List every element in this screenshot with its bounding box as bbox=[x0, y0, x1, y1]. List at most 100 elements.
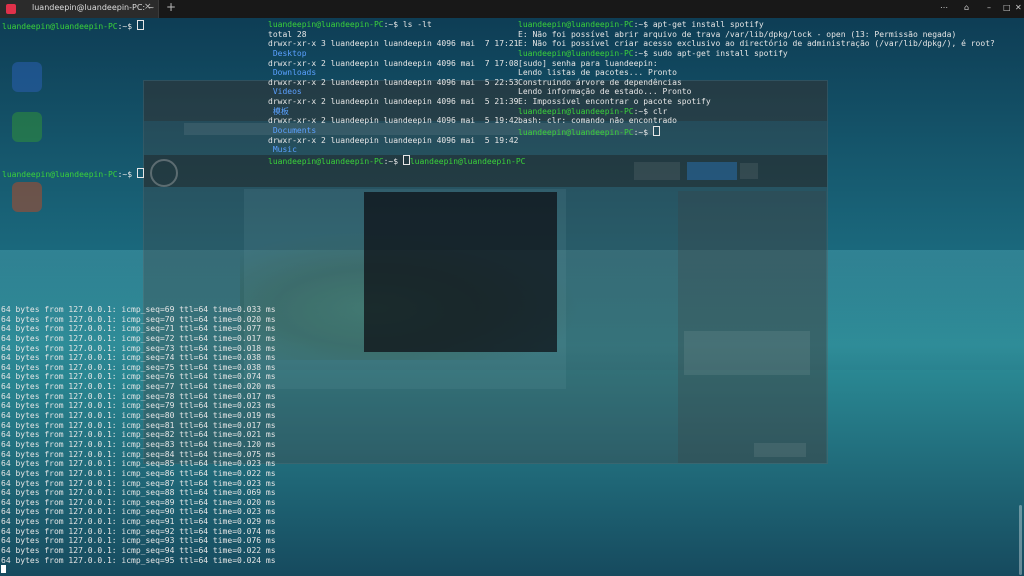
shell-prompt: luandeepin@luandeepin-PC bbox=[268, 156, 384, 166]
tab-close-icon[interactable]: × bbox=[144, 2, 152, 12]
ping-output-line: 64 bytes from 127.0.0.1: icmp_seq=81 ttl… bbox=[1, 420, 276, 430]
ping-output-line: 64 bytes from 127.0.0.1: icmp_seq=85 ttl… bbox=[1, 459, 276, 469]
wordpress-logo-icon bbox=[150, 159, 178, 187]
ping-output-line: 64 bytes from 127.0.0.1: icmp_seq=72 ttl… bbox=[1, 333, 276, 343]
ping-output-line: 64 bytes from 127.0.0.1: icmp_seq=75 ttl… bbox=[1, 362, 276, 372]
shell-prompt: luandeepin@luandeepin-PC bbox=[518, 128, 634, 138]
output-text: E: Não foi possível criar acesso exclusi… bbox=[518, 39, 995, 49]
prompt-suffix: :~$ bbox=[633, 106, 653, 116]
menu-icon[interactable]: ⋯ bbox=[940, 3, 948, 12]
directory-name: Music bbox=[268, 145, 297, 155]
output-text: drwxr-xr-x 2 luandeepin luandeepin 4096 … bbox=[268, 77, 519, 87]
terminal-app-icon bbox=[6, 4, 16, 14]
terminal-line: drwxr-xr-x 2 luandeepin luandeepin 4096 … bbox=[268, 59, 525, 69]
output-text: apt-get install spotify bbox=[652, 20, 764, 29]
terminal-line: drwxr-xr-x 3 luandeepin luandeepin 4096 … bbox=[268, 39, 525, 49]
terminal-pane-bottom-ping[interactable]: 64 bytes from 127.0.0.1: icmp_seq=69 ttl… bbox=[1, 305, 276, 575]
output-text: [sudo] senha para luandeepin: bbox=[518, 58, 658, 68]
shell-prompt: luandeepin@luandeepin-PC bbox=[518, 48, 634, 58]
terminal-line: Documents bbox=[268, 126, 525, 136]
terminal-line: bash: clr: comando não encontrado bbox=[518, 116, 995, 126]
terminal-line: Construindo árvore de dependências bbox=[518, 78, 995, 88]
output-text: drwxr-xr-x 2 luandeepin luandeepin 4096 … bbox=[268, 135, 519, 145]
directory-name: Downloads bbox=[268, 68, 317, 78]
terminal-line: luandeepin@luandeepin-PC:~$ luandeepin@l… bbox=[268, 154, 526, 166]
desktop-app-icon[interactable] bbox=[12, 112, 42, 142]
ping-output-line: 64 bytes from 127.0.0.1: icmp_seq=79 ttl… bbox=[1, 401, 276, 411]
terminal-line: E: Impossível encontrar o pacote spotify bbox=[518, 97, 995, 107]
directory-name: Videos bbox=[268, 87, 302, 97]
output-text: drwxr-xr-x 2 luandeepin luandeepin 4096 … bbox=[268, 97, 519, 107]
text-cursor bbox=[136, 168, 144, 178]
desktop-app-icon[interactable] bbox=[12, 182, 42, 212]
prompt-suffix: :~$ bbox=[117, 170, 137, 179]
ping-output-line: 64 bytes from 127.0.0.1: icmp_seq=90 ttl… bbox=[1, 507, 276, 517]
output-text: ls -lt bbox=[402, 20, 432, 29]
terminal-line: drwxr-xr-x 2 luandeepin luandeepin 4096 … bbox=[268, 136, 525, 146]
output-text: total 28 bbox=[268, 29, 307, 39]
output-text: drwxr-xr-x 2 luandeepin luandeepin 4096 … bbox=[268, 116, 519, 126]
terminal-line: luandeepin@luandeepin-PC:~$ sudo apt-get… bbox=[518, 49, 995, 59]
prompt-suffix: :~$ bbox=[633, 20, 653, 29]
minimize-icon[interactable]: – bbox=[987, 3, 991, 12]
output-text: Construindo árvore de dependências bbox=[518, 77, 682, 87]
terminal-line: Music bbox=[268, 145, 525, 155]
terminal-line: Desktop bbox=[268, 49, 525, 59]
shell-prompt: luandeepin@luandeepin-PC bbox=[268, 20, 384, 29]
terminal-line: E: Não foi possível abrir arquivo de tra… bbox=[518, 30, 995, 40]
terminal-line: Lendo informação de estado... Pronto bbox=[518, 87, 995, 97]
terminal-line: drwxr-xr-x 2 luandeepin luandeepin 4096 … bbox=[268, 78, 525, 88]
ping-output-line: 64 bytes from 127.0.0.1: icmp_seq=94 ttl… bbox=[1, 546, 276, 556]
ping-output-line: 64 bytes from 127.0.0.1: icmp_seq=93 ttl… bbox=[1, 536, 276, 546]
settings-panel-ghost bbox=[678, 191, 826, 463]
terminal-line: E: Não foi possível criar acesso exclusi… bbox=[518, 39, 995, 49]
directory-name: 模板 bbox=[268, 106, 289, 116]
text-cursor bbox=[1, 565, 6, 574]
terminal-line: luandeepin@luandeepin-PC:~$ bbox=[2, 20, 144, 31]
prompt-suffix: :~$ bbox=[117, 22, 137, 31]
prompt-suffix: :~$ bbox=[633, 128, 653, 138]
ping-output-line: 64 bytes from 127.0.0.1: icmp_seq=83 ttl… bbox=[1, 439, 276, 449]
directory-name: Desktop bbox=[268, 48, 307, 58]
terminal-line: drwxr-xr-x 2 luandeepin luandeepin 4096 … bbox=[268, 116, 525, 126]
terminal-pane-middle-left[interactable]: luandeepin@luandeepin-PC:~$ bbox=[2, 168, 144, 179]
shell-prompt: luandeepin@luandeepin-PC bbox=[518, 20, 634, 29]
shell-prompt: luandeepin@luandeepin-PC bbox=[518, 106, 634, 116]
terminal-titlebar: luandeepin@luandeepin-PC: ~ × + ⋯ ⌂ – □ … bbox=[0, 0, 1024, 18]
background-embedded-screenshot bbox=[364, 192, 557, 352]
ping-output-line: 64 bytes from 127.0.0.1: icmp_seq=84 ttl… bbox=[1, 449, 276, 459]
close-window-icon[interactable]: ✕ bbox=[1015, 3, 1022, 12]
ping-output-line: 64 bytes from 127.0.0.1: icmp_seq=87 ttl… bbox=[1, 478, 276, 488]
theme-icon[interactable]: ⌂ bbox=[964, 3, 969, 12]
terminal-pane-top-right[interactable]: luandeepin@luandeepin-PC:~$ apt-get inst… bbox=[518, 20, 995, 138]
publish-button-ghost bbox=[687, 162, 737, 180]
maximize-icon[interactable]: □ bbox=[1003, 3, 1011, 12]
terminal-line: 模板 bbox=[268, 107, 525, 117]
terminal-tab[interactable]: luandeepin@luandeepin-PC: ~ × bbox=[0, 0, 159, 18]
output-text: Lendo listas de pacotes... Pronto bbox=[518, 68, 677, 78]
terminal-line: Lendo listas de pacotes... Pronto bbox=[518, 68, 995, 78]
ping-output-line: 64 bytes from 127.0.0.1: icmp_seq=91 ttl… bbox=[1, 517, 276, 527]
desktop-app-icon[interactable] bbox=[12, 62, 42, 92]
output-text: drwxr-xr-x 2 luandeepin luandeepin 4096 … bbox=[268, 58, 519, 68]
ping-output-line: 64 bytes from 127.0.0.1: icmp_seq=92 ttl… bbox=[1, 526, 276, 536]
new-tab-icon[interactable]: + bbox=[166, 0, 176, 14]
terminal-pane-top-left[interactable]: luandeepin@luandeepin-PC:~$ bbox=[2, 20, 144, 31]
output-text: clr bbox=[652, 106, 668, 116]
prompt-suffix: :~$ bbox=[383, 156, 403, 166]
ping-output-line: 64 bytes from 127.0.0.1: icmp_seq=88 ttl… bbox=[1, 488, 276, 498]
terminal-line: drwxr-xr-x 2 luandeepin luandeepin 4096 … bbox=[268, 97, 525, 107]
ping-output-line: 64 bytes from 127.0.0.1: icmp_seq=71 ttl… bbox=[1, 324, 276, 334]
tab-title: luandeepin@luandeepin-PC: ~ bbox=[32, 3, 155, 12]
shell-prompt: luandeepin@luandeepin-PC bbox=[2, 170, 118, 179]
terminal-line: luandeepin@luandeepin-PC:~$ clr bbox=[518, 107, 995, 117]
terminal-line: luandeepin@luandeepin-PC:~$ apt-get inst… bbox=[518, 20, 995, 30]
terminal-scrollbar[interactable] bbox=[1019, 505, 1022, 575]
shell-prompt: luandeepin@luandeepin-PC bbox=[409, 156, 526, 166]
terminal-line: luandeepin@luandeepin-PC:~$ bbox=[518, 126, 995, 138]
ping-output-line: 64 bytes from 127.0.0.1: icmp_seq=73 ttl… bbox=[1, 343, 276, 353]
ping-output-line: 64 bytes from 127.0.0.1: icmp_seq=78 ttl… bbox=[1, 391, 276, 401]
ping-output-line: 64 bytes from 127.0.0.1: icmp_seq=76 ttl… bbox=[1, 372, 276, 382]
ping-output-line: 64 bytes from 127.0.0.1: icmp_seq=86 ttl… bbox=[1, 468, 276, 478]
terminal-pane-top-middle[interactable]: luandeepin@luandeepin-PC:~$ ls -lt total … bbox=[268, 20, 526, 166]
